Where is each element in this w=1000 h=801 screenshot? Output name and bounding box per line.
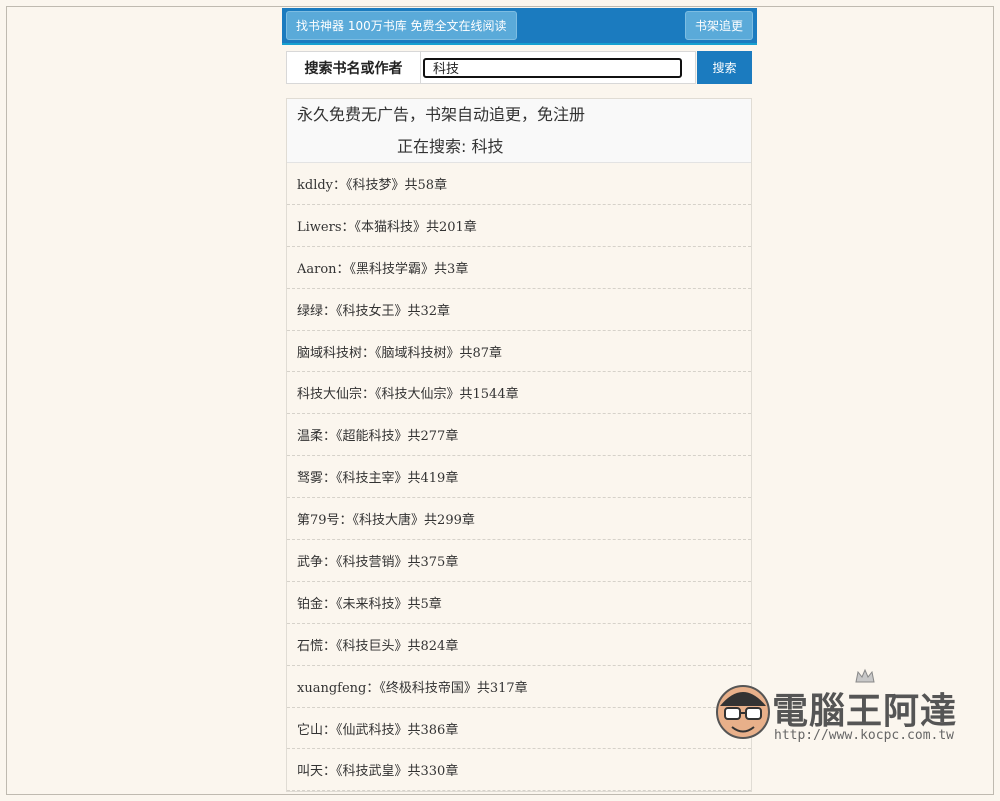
watermark-url: http://www.kocpc.com.tw bbox=[774, 728, 955, 743]
search-input-wrap bbox=[421, 51, 696, 84]
mascot-face-icon bbox=[716, 685, 770, 739]
top-bar: 找书神器 100万书库 免费全文在线阅读 书架追更 bbox=[282, 8, 757, 45]
searching-status: 正在搜索: 科技 bbox=[397, 137, 504, 156]
search-row: 搜索书名或作者 搜索 bbox=[282, 50, 757, 85]
result-item[interactable]: 叫天：《科技武皇》共330章 bbox=[287, 749, 751, 792]
bookshelf-button[interactable]: 书架追更 bbox=[684, 11, 753, 40]
result-item[interactable]: Liwers：《本猫科技》共201章 bbox=[287, 205, 751, 247]
search-input[interactable] bbox=[423, 57, 682, 78]
result-item[interactable]: 温柔：《超能科技》共277章 bbox=[287, 414, 751, 457]
result-item[interactable]: 它山：《仙武科技》共386章 bbox=[287, 708, 751, 750]
result-item[interactable]: 石慌：《科技巨头》共824章 bbox=[287, 624, 751, 666]
site-title-button[interactable]: 找书神器 100万书库 免费全文在线阅读 bbox=[286, 11, 517, 40]
app-container: 找书神器 100万书库 免费全文在线阅读 书架追更 搜索书名或作者 搜索 永久免… bbox=[282, 8, 757, 793]
results-list: kdldy：《科技梦》共58章 Liwers：《本猫科技》共201章 Aaron… bbox=[287, 163, 751, 792]
result-item[interactable]: 武争：《科技营销》共375章 bbox=[287, 540, 751, 582]
result-item[interactable]: 脑域科技树：《脑域科技树》共87章 bbox=[287, 331, 751, 373]
result-item[interactable]: xuangfeng：《终极科技帝国》共317章 bbox=[287, 666, 751, 708]
search-button[interactable]: 搜索 bbox=[697, 51, 752, 84]
panel-header: 永久免费无广告，书架自动追更，免注册 正在搜索: 科技 bbox=[287, 99, 751, 163]
result-item[interactable]: kdldy：《科技梦》共58章 bbox=[287, 163, 751, 205]
result-item[interactable]: 驽雾：《科技主宰》共419章 bbox=[287, 456, 751, 499]
result-item[interactable]: 科技大仙宗：《科技大仙宗》共1544章 bbox=[287, 372, 751, 415]
search-label: 搜索书名或作者 bbox=[286, 51, 421, 84]
result-item[interactable]: 铂金：《未来科技》共5章 bbox=[287, 582, 751, 624]
results-panel: 永久免费无广告，书架自动追更，免注册 正在搜索: 科技 kdldy：《科技梦》共… bbox=[286, 98, 752, 793]
slogan-text: 永久免费无广告，书架自动追更，免注册 bbox=[297, 105, 586, 124]
watermark-brand: 電腦王阿達 bbox=[772, 691, 958, 732]
result-item[interactable]: 绿绿：《科技女王》共32章 bbox=[287, 289, 751, 331]
result-item[interactable]: 第79号：《科技大唐》共299章 bbox=[287, 498, 751, 541]
result-item[interactable]: Aaron：《黑科技学霸》共3章 bbox=[287, 247, 751, 289]
watermark: 電腦王阿達 http://www.kocpc.com.tw bbox=[712, 668, 972, 750]
